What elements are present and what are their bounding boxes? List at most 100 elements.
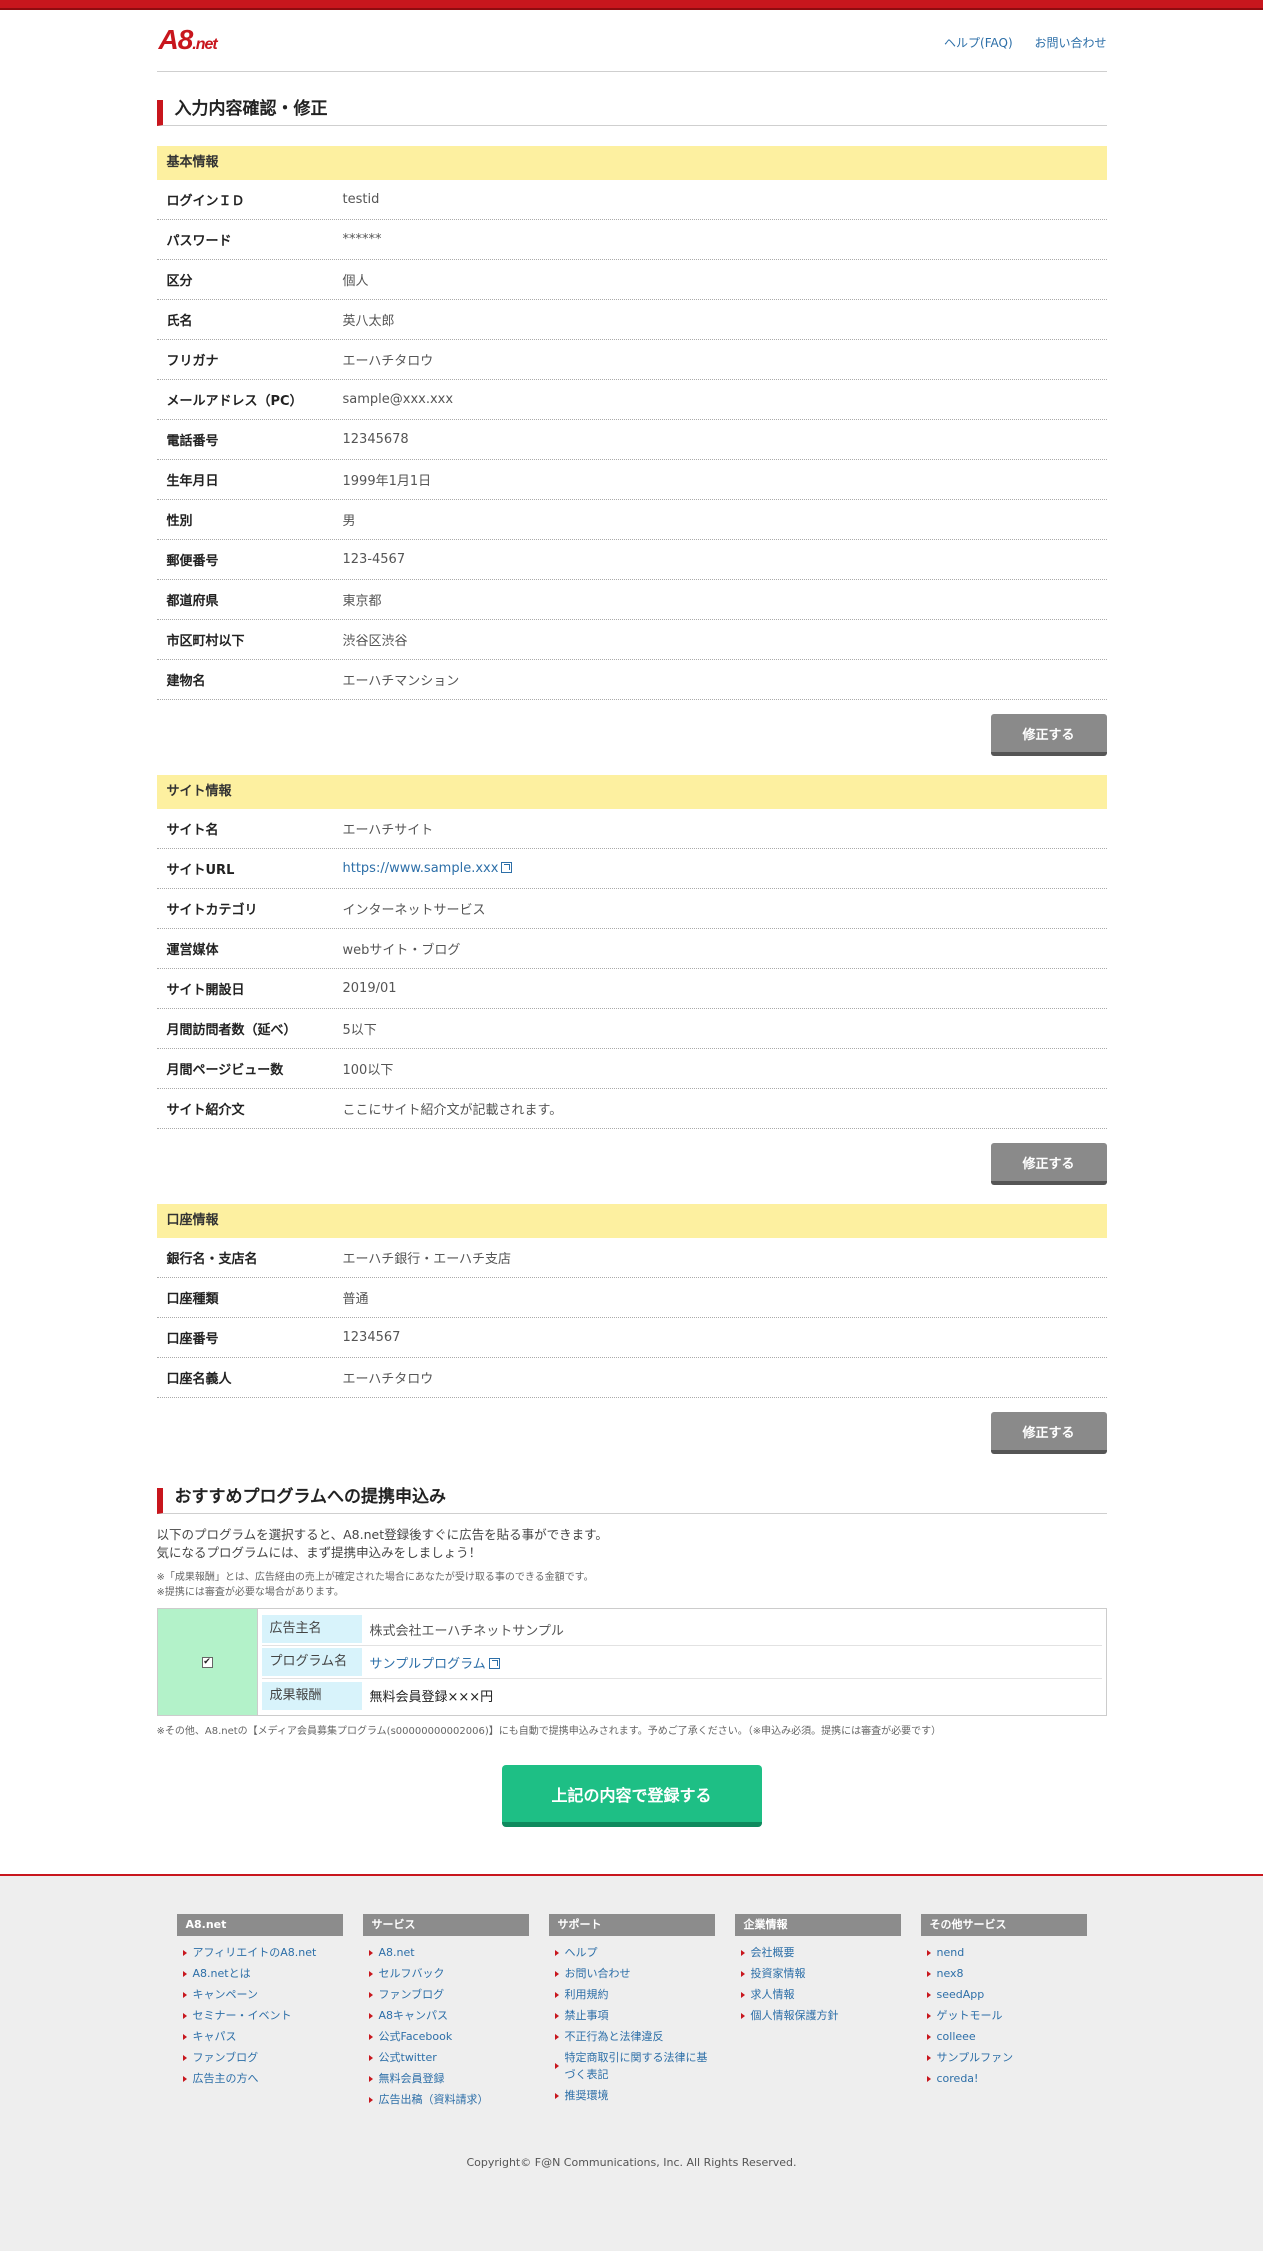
site-row: 月間訪問者数（延べ） 5以下	[156, 1009, 1107, 1049]
site-row-value: webサイト・ブログ	[342, 943, 461, 958]
bank-edit-row: 修正する	[157, 1398, 1107, 1458]
footer-link[interactable]: coreda!	[921, 2068, 1087, 2089]
help-faq-link[interactable]: ヘルプ(FAQ)	[944, 36, 1013, 50]
footer-link[interactable]: セルフバック	[363, 1963, 529, 1984]
footer-column: サポート ヘルプ お問い合わせ 利用規約 禁止事項 不正行為と法律違反 特定商取引に関する法…	[548, 1914, 715, 2110]
site-row-label: サイト紹介文	[166, 1103, 245, 1118]
site-url-link[interactable]: https://www.sample.xxx	[343, 861, 499, 876]
logo-main: A8	[158, 24, 194, 55]
basic-row-label: 区分	[166, 274, 193, 289]
basic-edit-row: 修正する	[157, 700, 1107, 760]
site-header: A8.net ヘルプ(FAQ) お問い合わせ	[156, 10, 1107, 72]
basic-row-value: 男	[342, 514, 356, 529]
footer-link[interactable]: 広告出稿（資料請求）	[363, 2089, 529, 2110]
site-row: サイト紹介文 ここにサイト紹介文が記載されます。	[156, 1089, 1107, 1129]
footer-link[interactable]: サンプルファン	[921, 2047, 1087, 2068]
footer-link[interactable]: 広告主の方へ	[177, 2068, 343, 2089]
basic-row-value: testid	[342, 192, 380, 207]
basic-row-value: ******	[342, 232, 382, 247]
footer-link[interactable]: キャンペーン	[177, 1984, 343, 2005]
bank-info-rows: 銀行名・支店名 エーハチ銀行・エーハチ支店 口座種類 普通 口座番号 1234567 口座名…	[156, 1238, 1107, 1398]
note-line-2: ※提携には審査が必要な場合があります。	[156, 1587, 344, 1598]
footer-link[interactable]: nend	[921, 1942, 1087, 1963]
footer-link[interactable]: A8キャンパス	[363, 2005, 529, 2026]
bank-info-block: 口座情報 銀行名・支店名 エーハチ銀行・エーハチ支店 口座種類 普通 口座番号 12345…	[156, 1204, 1107, 1458]
footer-link[interactable]: 推奨環境	[549, 2085, 715, 2106]
footer-link[interactable]: 求人情報	[735, 1984, 901, 2005]
edit-basic-button[interactable]: 修正する	[990, 714, 1107, 756]
program-name-label: プログラム名	[261, 1648, 362, 1676]
program-check-cell[interactable]: ✔	[157, 1609, 258, 1715]
program-link[interactable]: サンプルプログラム	[370, 1657, 486, 1672]
footer-link[interactable]: ゲットモール	[921, 2005, 1087, 2026]
basic-row-label: 氏名	[166, 314, 193, 329]
footer-column-title: その他サービス	[920, 1914, 1087, 1936]
program-row-name: プログラム名 サンプルプログラム	[261, 1646, 1102, 1679]
footer-link[interactable]: 特定商取引に関する法律に基づく表記	[549, 2047, 715, 2085]
footer-link[interactable]: お問い合わせ	[549, 1963, 715, 1984]
basic-row: パスワード ******	[156, 220, 1107, 260]
footer-link[interactable]: ファンブログ	[177, 2047, 343, 2068]
site-row-value: https://www.sample.xxx	[343, 861, 513, 876]
external-link-icon[interactable]	[488, 1657, 500, 1669]
footer-link[interactable]: nex8	[921, 1963, 1087, 1984]
basic-row-value: 渋谷区渋谷	[342, 634, 408, 649]
program-row-advertiser: 広告主名 株式会社エーハチネットサンプル	[261, 1613, 1102, 1646]
contact-link[interactable]: お問い合わせ	[1034, 36, 1106, 50]
footer-link[interactable]: 個人情報保護方針	[735, 2005, 901, 2026]
footer-link[interactable]: 不正行為と法律違反	[549, 2026, 715, 2047]
edit-site-button[interactable]: 修正する	[990, 1143, 1107, 1185]
basic-row: 都道府県 東京都	[156, 580, 1107, 620]
basic-row-value: 東京都	[342, 594, 382, 609]
program-checkbox[interactable]: ✔	[201, 1656, 213, 1668]
footer-link[interactable]: アフィリエイトのA8.net	[177, 1942, 343, 1963]
footer-link[interactable]: 禁止事項	[549, 2005, 715, 2026]
footer-link[interactable]: colleee	[921, 2026, 1087, 2047]
site-row-value: ここにサイト紹介文が記載されます。	[342, 1103, 563, 1118]
basic-row: 電話番号 12345678	[156, 420, 1107, 460]
program-info: 広告主名 株式会社エーハチネットサンプル プログラム名 サンプルプログラム 成果…	[258, 1609, 1106, 1715]
advertiser-value: 株式会社エーハチネットサンプル	[369, 1623, 564, 1639]
footer-column-title: A8.net	[176, 1914, 343, 1936]
a8net-logo[interactable]: A8.net	[158, 24, 218, 56]
basic-row-value: 123-4567	[342, 552, 406, 567]
footer-link[interactable]: 無料会員登録	[363, 2068, 529, 2089]
site-info-heading: サイト情報	[156, 775, 1107, 809]
program-footnote: ※その他、A8.netの【メディア会員募集プログラム(s000000000020…	[156, 1726, 942, 1737]
footer-link[interactable]: ファンブログ	[363, 1984, 529, 2005]
register-submit-button[interactable]: 上記の内容で登録する	[501, 1765, 762, 1827]
submit-area: 上記の内容で登録する	[157, 1765, 1107, 1827]
footer-column: サービス A8.net セルフバック ファンブログ A8キャンパス 公式Facebook 公…	[362, 1914, 529, 2110]
footer-link-list: アフィリエイトのA8.net A8.netとは キャンペーン セミナー・イベント キャパ…	[177, 1942, 343, 2089]
footer-link[interactable]: A8.netとは	[177, 1963, 343, 1984]
site-row-label: 月間ページビュー数	[166, 1063, 284, 1078]
site-row-value: エーハチサイト	[342, 823, 434, 838]
footer-link[interactable]: 公式twitter	[363, 2047, 529, 2068]
reward-value: 無料会員登録×××円	[369, 1690, 494, 1705]
program-row-reward: 成果報酬 無料会員登録×××円	[261, 1679, 1102, 1712]
footer-link[interactable]: 公式Facebook	[363, 2026, 529, 2047]
footer-link[interactable]: ヘルプ	[549, 1942, 715, 1963]
bank-row-label: 口座種類	[166, 1292, 219, 1307]
bank-row-value: 普通	[342, 1292, 369, 1307]
footer-link[interactable]: A8.net	[363, 1942, 529, 1963]
basic-row: 性別 男	[156, 500, 1107, 540]
external-link-icon[interactable]	[501, 862, 513, 873]
site-row-value: 100以下	[342, 1063, 394, 1078]
basic-row-label: ログインＩＤ	[166, 194, 245, 209]
footer-link[interactable]: キャパス	[177, 2026, 343, 2047]
bank-row: 口座番号 1234567	[156, 1318, 1107, 1358]
basic-row: 区分 個人	[156, 260, 1107, 300]
footer-link[interactable]: 投資家情報	[735, 1963, 901, 1984]
footer-link[interactable]: セミナー・イベント	[177, 2005, 343, 2026]
edit-bank-button[interactable]: 修正する	[990, 1412, 1107, 1454]
basic-row: 市区町村以下 渋谷区渋谷	[156, 620, 1107, 660]
footer-column-title: サービス	[362, 1914, 529, 1936]
site-row: 運営媒体 webサイト・ブログ	[156, 929, 1107, 969]
basic-row-label: 都道府県	[166, 594, 219, 609]
footer-link[interactable]: 利用規約	[549, 1984, 715, 2005]
basic-row-label: フリガナ	[166, 354, 219, 369]
footer-link[interactable]: 会社概要	[735, 1942, 901, 1963]
bank-row-label: 口座名義人	[166, 1372, 232, 1387]
footer-link[interactable]: seedApp	[921, 1984, 1087, 2005]
